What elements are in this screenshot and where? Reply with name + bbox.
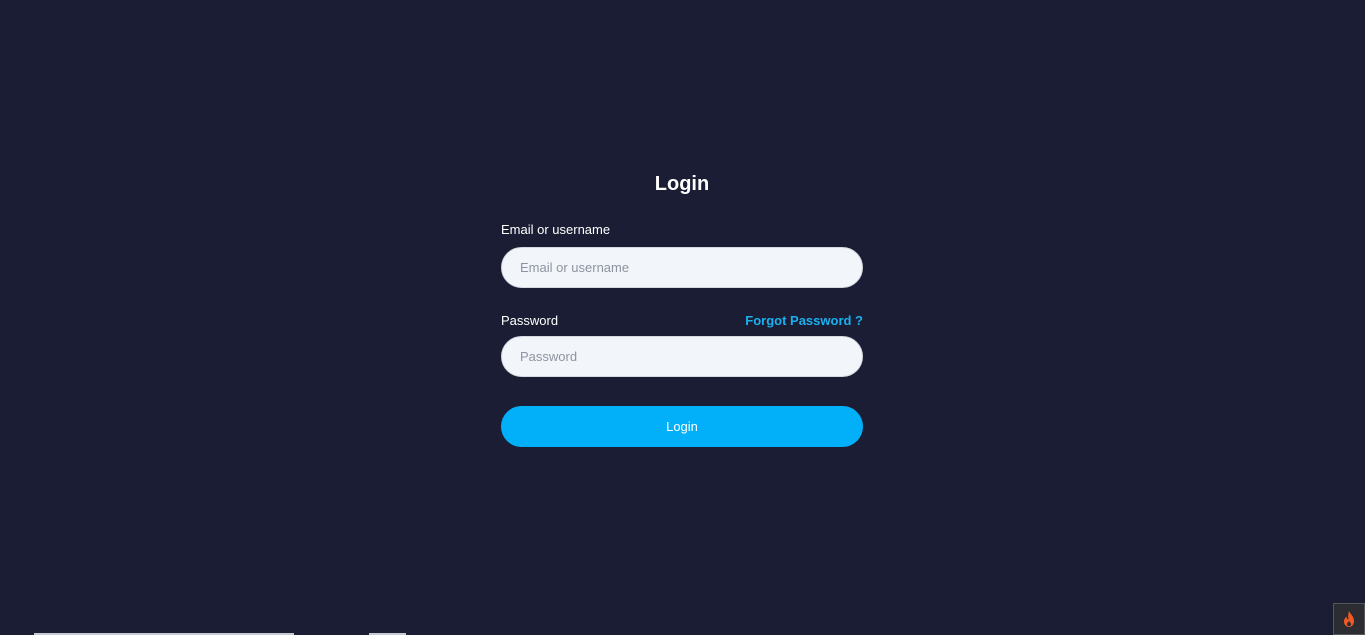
page-title: Login (654, 173, 710, 195)
email-label-row: Email or username (501, 220, 863, 238)
login-button[interactable]: Login (501, 406, 863, 447)
login-page: Login Email or username Password Forgot … (0, 0, 1365, 635)
password-field[interactable] (501, 336, 863, 377)
email-field[interactable] (501, 247, 863, 288)
password-label-row: Password Forgot Password ? (501, 311, 863, 329)
flame-icon (1344, 611, 1354, 627)
login-form: Login Email or username Password Forgot … (501, 170, 863, 447)
forgot-password-link[interactable]: Forgot Password ? (745, 313, 863, 328)
password-label: Password (501, 312, 559, 328)
debug-toolbar-toggle[interactable] (1333, 603, 1365, 635)
email-label: Email or username (501, 221, 611, 237)
